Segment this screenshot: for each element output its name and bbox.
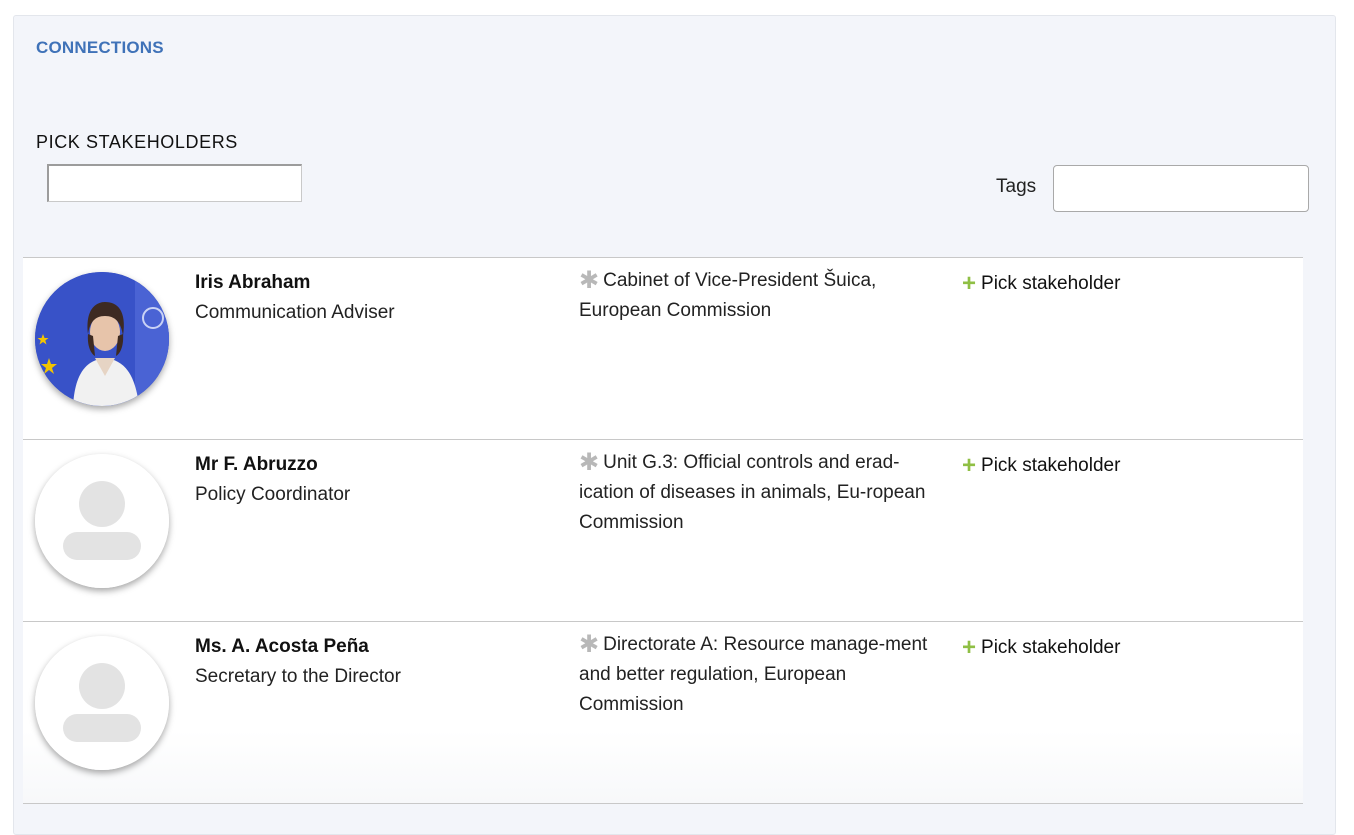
avatar-placeholder	[35, 454, 169, 588]
stakeholder-organisation: ✱ Directorate A: Resource manage-ment and…	[579, 630, 939, 720]
stakeholder-row: Iris Abraham Communication Adviser ✱ Cabi…	[23, 257, 1303, 439]
stakeholder-row: Mr F. Abruzzo Policy Coordinator ✱ Unit G…	[23, 439, 1303, 621]
stakeholder-role: Secretary to the Director	[195, 666, 401, 687]
pick-stakeholders-label: PICK STAKEHOLDERS	[36, 132, 238, 152]
pick-stakeholders-input[interactable]	[47, 164, 302, 202]
person-placeholder-icon	[35, 454, 169, 588]
person-placeholder-icon	[35, 636, 169, 770]
pick-stakeholder-button[interactable]: + Pick stakeholder	[962, 272, 1120, 296]
organisation-text: Directorate A: Resource manage-ment and …	[579, 634, 928, 715]
avatar-placeholder	[35, 636, 169, 770]
stakeholder-organisation: ✱ Cabinet of Vice-President Šuica, Europe…	[579, 266, 939, 326]
stakeholder-role: Policy Coordinator	[195, 484, 351, 505]
asterisk-icon: ✱	[579, 449, 600, 476]
section-title: CONNECTIONS	[36, 38, 164, 57]
divider	[23, 803, 1303, 804]
pick-stakeholder-label: Pick stakeholder	[981, 273, 1121, 294]
tags-input[interactable]	[1053, 165, 1309, 212]
asterisk-icon: ✱	[579, 267, 600, 294]
pick-stakeholder-button[interactable]: + Pick stakeholder	[962, 454, 1120, 478]
avatar-photo	[35, 272, 169, 406]
stakeholder-row: Ms. A. Acosta Peña Secretary to the Dire…	[23, 621, 1303, 803]
pick-stakeholder-label: Pick stakeholder	[981, 637, 1121, 658]
stakeholder-list: Iris Abraham Communication Adviser ✱ Cabi…	[23, 257, 1303, 803]
stakeholder-name: Mr F. Abruzzo	[195, 454, 318, 475]
stakeholder-role: Communication Adviser	[195, 302, 395, 323]
pick-stakeholder-button[interactable]: + Pick stakeholder	[962, 636, 1120, 660]
plus-icon: +	[962, 270, 977, 297]
stakeholder-name: Ms. A. Acosta Peña	[195, 636, 369, 657]
stakeholder-organisation: ✱ Unit G.3: Official controls and erad-ic…	[579, 448, 939, 538]
asterisk-icon: ✱	[579, 631, 600, 658]
plus-icon: +	[962, 634, 977, 661]
stakeholder-name: Iris Abraham	[195, 272, 311, 293]
plus-icon: +	[962, 452, 977, 479]
pick-stakeholder-label: Pick stakeholder	[981, 455, 1121, 476]
tags-label: Tags	[996, 176, 1037, 197]
organisation-text: Unit G.3: Official controls and erad-ica…	[579, 452, 926, 533]
organisation-text: Cabinet of Vice-President Šuica, Europea…	[579, 270, 877, 321]
